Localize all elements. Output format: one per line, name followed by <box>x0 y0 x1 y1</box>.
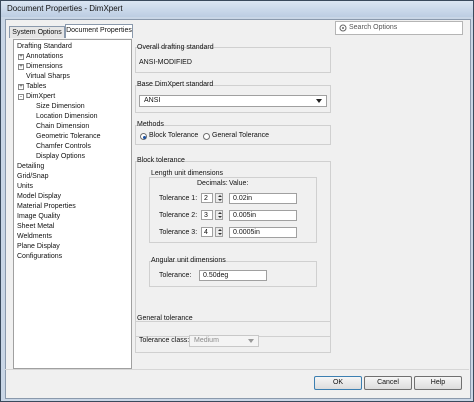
tolerance-3-label: Tolerance 3: <box>159 229 198 236</box>
base-dimxpert-standard-title: Base DimXpert standard <box>137 81 214 88</box>
tree-item-label: Detailing <box>17 163 45 170</box>
tree-item-label: Annotations <box>26 53 63 60</box>
document-properties-window: Document Properties - DimXpert System Op… <box>0 0 474 402</box>
overall-drafting-standard-value: ANSI-MODIFIED <box>139 59 192 66</box>
tree-item-label: Size Dimension <box>36 103 85 110</box>
tolerance-3-decimals[interactable]: 4 <box>201 227 213 237</box>
angular-tolerance-label: Tolerance: <box>159 272 192 279</box>
window-title: Document Properties - DimXpert <box>7 4 123 13</box>
tolerance-3-spinner[interactable] <box>215 227 223 237</box>
tab-document-properties[interactable]: Document Properties <box>65 24 133 38</box>
tree-item-label: Sheet Metal <box>17 223 55 230</box>
tree-item-label: Virtual Sharps <box>26 73 70 80</box>
tree-item-label: Geometric Tolerance <box>36 133 101 140</box>
decimals-header: Decimals: <box>197 180 228 187</box>
value-header: Value: <box>229 180 249 187</box>
options-tree[interactable]: Drafting Standard + Annotations + Dimensions… <box>13 39 132 369</box>
title-bar[interactable]: Document Properties - DimXpert <box>1 1 473 17</box>
tolerance-class-select[interactable]: Medium <box>189 335 259 347</box>
tolerance-class-label: Tolerance class: <box>139 337 190 344</box>
tolerance-class-value: Medium <box>194 337 219 344</box>
tree-item-label: Tables <box>26 83 47 90</box>
block-tolerance-label[interactable]: Block Tolerance <box>149 132 198 139</box>
overall-drafting-standard-title: Overall drafting standard <box>137 44 214 51</box>
block-tolerance-radio[interactable] <box>140 133 147 140</box>
tab-system-options[interactable]: System Options <box>9 26 65 38</box>
settings-panel: Overall drafting standard ANSI-MODIFIED … <box>135 39 463 369</box>
chevron-down-icon <box>316 99 322 103</box>
help-button[interactable]: Help <box>414 376 462 390</box>
angular-tolerance-value-field[interactable]: 0.50deg <box>199 270 267 281</box>
general-tolerance-radio[interactable] <box>203 133 210 140</box>
tree-item-label: Image Quality <box>17 213 61 220</box>
general-tolerance-title: General tolerance <box>137 315 193 322</box>
tree-item-label: Display Options <box>36 153 86 160</box>
tree-item-label: Weldments <box>17 233 52 240</box>
collapse-icon[interactable]: - <box>18 94 24 100</box>
tolerance-1-label: Tolerance 1: <box>159 195 198 202</box>
tree-item-label: Location Dimension <box>36 113 98 120</box>
button-separator <box>5 369 469 370</box>
block-tolerance-title: Block tolerance <box>137 157 185 164</box>
ok-button[interactable]: OK <box>314 376 362 390</box>
expand-icon[interactable]: + <box>18 64 24 70</box>
tree-item-label: Grid/Snap <box>17 173 49 180</box>
tree-item-label: Plane Display <box>17 243 60 250</box>
methods-title: Methods <box>137 121 164 128</box>
tolerance-2-decimals[interactable]: 3 <box>201 210 213 220</box>
search-options-box[interactable]: Search Options <box>335 21 463 35</box>
base-standard-select[interactable]: ANSI <box>139 95 327 107</box>
expand-icon[interactable]: + <box>18 84 24 90</box>
tree-item-label: Chain Dimension <box>36 123 90 130</box>
search-placeholder: Search Options <box>349 24 398 31</box>
tree-item-label: Dimensions <box>26 63 63 70</box>
tolerance-1-decimals[interactable]: 2 <box>201 193 213 203</box>
tolerance-2-spinner[interactable] <box>215 210 223 220</box>
tree-item-label: Configurations <box>17 253 63 260</box>
search-icon <box>339 24 347 32</box>
tree-item-label: DimXpert <box>26 93 56 100</box>
expand-icon[interactable]: + <box>18 54 24 60</box>
cancel-button[interactable]: Cancel <box>364 376 412 390</box>
tree-item-label: Model Display <box>17 193 61 200</box>
general-tolerance-label[interactable]: General Tolerance <box>212 132 269 139</box>
tolerance-2-label: Tolerance 2: <box>159 212 198 219</box>
tree-item-label: Units <box>17 183 33 190</box>
tolerance-3-value-field[interactable]: 0.0005in <box>229 227 297 238</box>
angular-unit-title: Angular unit dimensions <box>151 257 226 264</box>
tolerance-2-value-field[interactable]: 0.005in <box>229 210 297 221</box>
tolerance-1-value-field[interactable]: 0.02in <box>229 193 297 204</box>
tree-item-label: Material Properties <box>17 203 76 210</box>
tolerance-1-spinner[interactable] <box>215 193 223 203</box>
length-unit-title: Length unit dimensions <box>151 170 223 177</box>
base-standard-value: ANSI <box>144 97 161 104</box>
tree-item-label: Drafting Standard <box>17 43 72 50</box>
chevron-down-icon <box>248 339 254 343</box>
tree-item-label: Chamfer Controls <box>36 143 91 150</box>
